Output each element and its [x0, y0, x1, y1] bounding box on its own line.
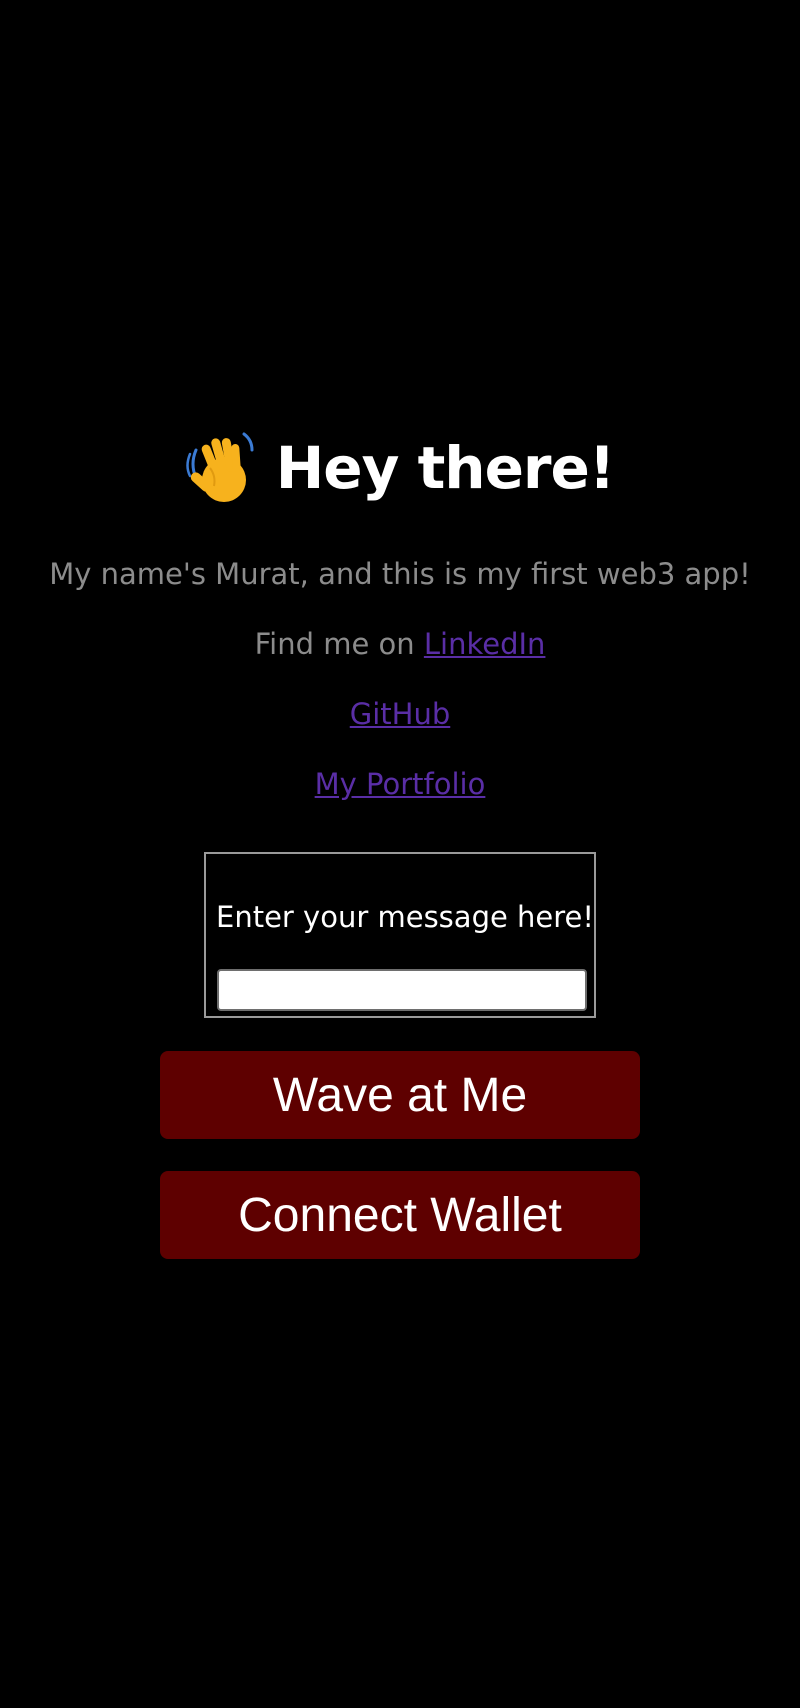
- waving-hand-icon: [185, 430, 256, 506]
- github-link[interactable]: GitHub: [350, 697, 451, 731]
- connect-wallet-button[interactable]: Connect Wallet: [160, 1171, 640, 1259]
- main-container: Hey there! My name's Murat, and this is …: [0, 0, 800, 1259]
- message-label: Enter your message here!: [216, 900, 595, 934]
- find-me-line: Find me on LinkedIn: [255, 626, 546, 662]
- message-input[interactable]: [217, 969, 587, 1011]
- wave-button[interactable]: Wave at Me: [160, 1051, 640, 1139]
- find-me-prefix: Find me on: [254, 627, 424, 661]
- page-header: Hey there!: [185, 423, 616, 513]
- bio-text: My name's Murat, and this is my first we…: [49, 557, 751, 591]
- github-line: GitHub: [350, 696, 451, 732]
- linkedin-link[interactable]: LinkedIn: [424, 627, 546, 661]
- message-form: Enter your message here!: [204, 852, 596, 1018]
- portfolio-line: My Portfolio: [315, 766, 486, 802]
- portfolio-link[interactable]: My Portfolio: [315, 767, 486, 801]
- page-title: Hey there!: [275, 434, 616, 502]
